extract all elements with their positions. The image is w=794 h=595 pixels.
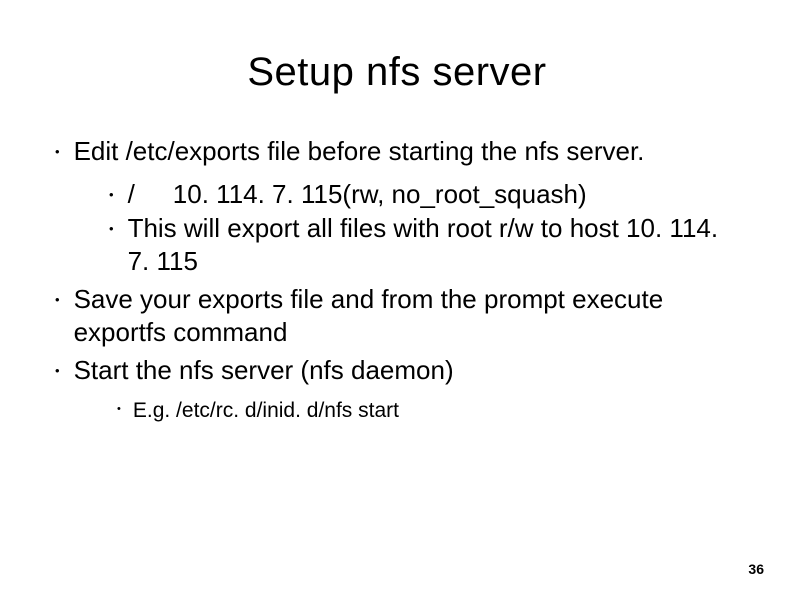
list-item: • E.g. /etc/rc. d/inid. d/nfs start (117, 397, 739, 424)
list-item: • This will export all files with root r… (109, 212, 739, 277)
slide: Setup nfs server • Edit /etc/exports fil… (0, 0, 794, 595)
bullet-icon: • (109, 212, 128, 235)
bullet-text: Save your exports file and from the prom… (74, 283, 739, 348)
bullet-text: /10. 114. 7. 115(rw, no_root_squash) (128, 178, 587, 211)
page-number: 36 (748, 561, 764, 577)
list-item: • /10. 114. 7. 115(rw, no_root_squash) (109, 178, 739, 211)
bullet-icon: • (55, 283, 74, 306)
slide-title: Setup nfs server (55, 50, 739, 95)
bullet-icon: • (117, 397, 133, 415)
list-item: • Save your exports file and from the pr… (55, 283, 739, 348)
bullet-icon: • (55, 354, 74, 377)
bullet-text: Start the nfs server (nfs daemon) (74, 354, 454, 387)
bullet-icon: • (109, 178, 128, 201)
bullet-icon: • (55, 135, 74, 158)
bullet-text: This will export all files with root r/w… (128, 212, 739, 277)
sub-list: • /10. 114. 7. 115(rw, no_root_squash) •… (55, 178, 739, 278)
bullet-list: • Edit /etc/exports file before starting… (55, 135, 739, 424)
sub-list: • E.g. /etc/rc. d/inid. d/nfs start (55, 397, 739, 424)
bullet-text: Edit /etc/exports file before starting t… (74, 135, 645, 168)
list-item: • Start the nfs server (nfs daemon) • E.… (55, 354, 739, 424)
bullet-text: E.g. /etc/rc. d/inid. d/nfs start (133, 397, 399, 424)
list-item: • Edit /etc/exports file before starting… (55, 135, 739, 277)
